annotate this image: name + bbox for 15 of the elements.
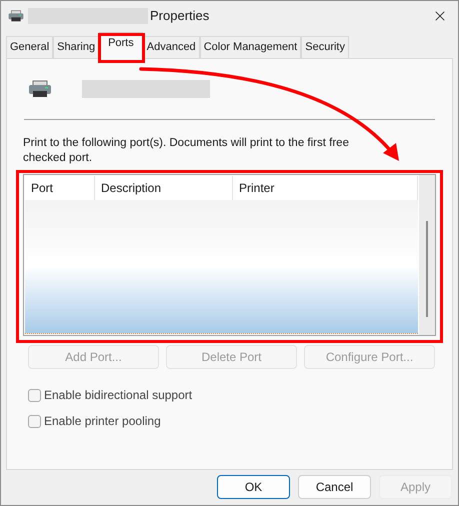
tab[interactable]: Color Management bbox=[200, 36, 302, 58]
dialog-button[interactable]: OK bbox=[217, 475, 290, 499]
tab[interactable]: Advanced bbox=[142, 36, 200, 58]
printer-icon bbox=[28, 80, 52, 98]
description-text: Print to the following port(s). Documents will print to the first free checked port. bbox=[23, 136, 350, 166]
tab[interactable]: Sharing bbox=[53, 36, 100, 58]
window-title: Properties bbox=[150, 7, 210, 26]
highlight-box bbox=[98, 33, 145, 63]
option-checkbox[interactable]: Enable bidirectional support bbox=[28, 386, 436, 404]
option-checkbox[interactable]: Enable printer pooling bbox=[28, 412, 436, 430]
tab[interactable]: Security bbox=[301, 36, 349, 58]
dialog-button[interactable]: Cancel bbox=[298, 475, 371, 499]
tab[interactable]: General bbox=[6, 36, 54, 58]
scrollbar[interactable] bbox=[419, 175, 435, 335]
printer-icon bbox=[8, 9, 24, 23]
